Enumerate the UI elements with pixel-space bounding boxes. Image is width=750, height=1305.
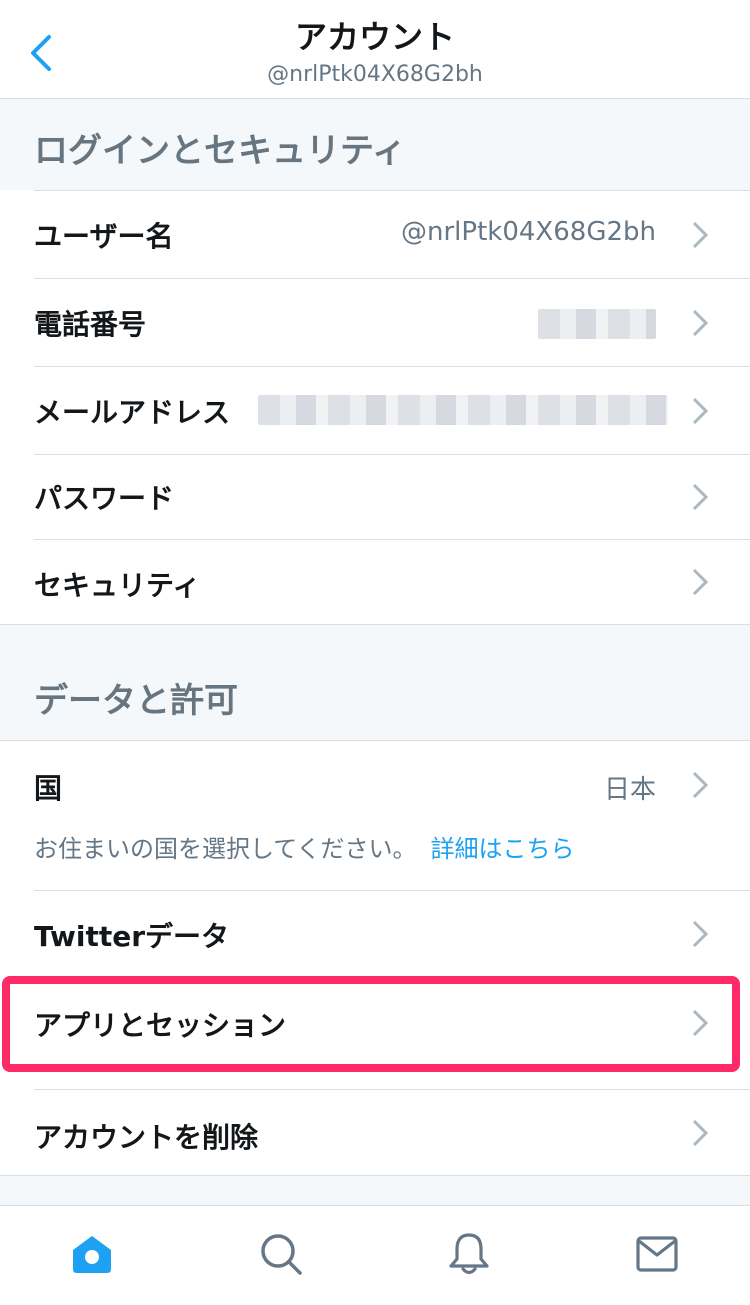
phone-value-blurred [538, 309, 656, 339]
chevron-right-icon [692, 483, 709, 511]
twitter-data-row[interactable]: Twitterデータ [0, 891, 750, 977]
apps-sessions-label: アプリとセッション [34, 1009, 287, 1042]
country-row[interactable]: 国 日本 お住まいの国を選択してください。 詳細はこちら [0, 741, 750, 890]
username-value: @nrlPtk04X68G2bh [401, 217, 656, 247]
section-footer [0, 1176, 750, 1205]
chevron-right-icon [692, 1009, 709, 1037]
phone-label: 電話番号 [34, 308, 147, 341]
tab-bar [0, 1205, 750, 1305]
email-row[interactable]: メールアドレス [0, 367, 750, 454]
delete-account-row[interactable]: アカウントを削除 [0, 1090, 750, 1175]
security-label: セキュリティ [34, 569, 201, 602]
username-row[interactable]: ユーザー名 @nrlPtk04X68G2bh [0, 191, 750, 278]
username-label: ユーザー名 [34, 220, 174, 253]
country-label: 国 [34, 772, 63, 805]
nav-header: アカウント @nrlPtk04X68G2bh [0, 0, 750, 99]
email-value-blurred [258, 395, 668, 425]
chevron-right-icon [692, 309, 709, 337]
password-row[interactable]: パスワード [0, 455, 750, 539]
twitter-data-label: Twitterデータ [34, 920, 230, 953]
chevron-right-icon [692, 568, 709, 596]
home-icon [73, 1236, 111, 1273]
delete-account-label: アカウントを削除 [34, 1121, 259, 1154]
country-value: 日本 [603, 775, 656, 805]
email-label: メールアドレス [34, 396, 231, 429]
search-icon [261, 1234, 302, 1275]
phone-row[interactable]: 電話番号 [0, 279, 750, 366]
tab-notifications[interactable] [441, 1226, 497, 1282]
page-title: アカウント [294, 18, 455, 56]
country-note: お住まいの国を選択してください。 詳細はこちら [34, 835, 575, 863]
tab-messages[interactable] [629, 1226, 685, 1282]
chevron-right-icon [692, 1119, 709, 1147]
chevron-right-icon [692, 771, 709, 799]
bell-icon [449, 1233, 489, 1275]
password-label: パスワード [34, 482, 175, 515]
account-handle: @nrlPtk04X68G2bh [267, 62, 483, 87]
section-header-login-security: ログインとセキュリティ [0, 99, 750, 190]
section-header-data-permissions: データと許可 [0, 625, 750, 740]
tab-home[interactable] [64, 1226, 120, 1282]
mail-icon [636, 1236, 678, 1272]
section-title: ログインとセキュリティ [34, 131, 406, 171]
learn-more-link[interactable]: 詳細はこちら [431, 835, 575, 863]
chevron-right-icon [692, 221, 709, 249]
tab-search[interactable] [253, 1226, 309, 1282]
chevron-right-icon [692, 397, 709, 425]
apps-sessions-row[interactable]: アプリとセッション [0, 980, 750, 1068]
security-row[interactable]: セキュリティ [0, 540, 750, 624]
chevron-right-icon [692, 920, 709, 948]
section-title: データと許可 [34, 681, 238, 721]
